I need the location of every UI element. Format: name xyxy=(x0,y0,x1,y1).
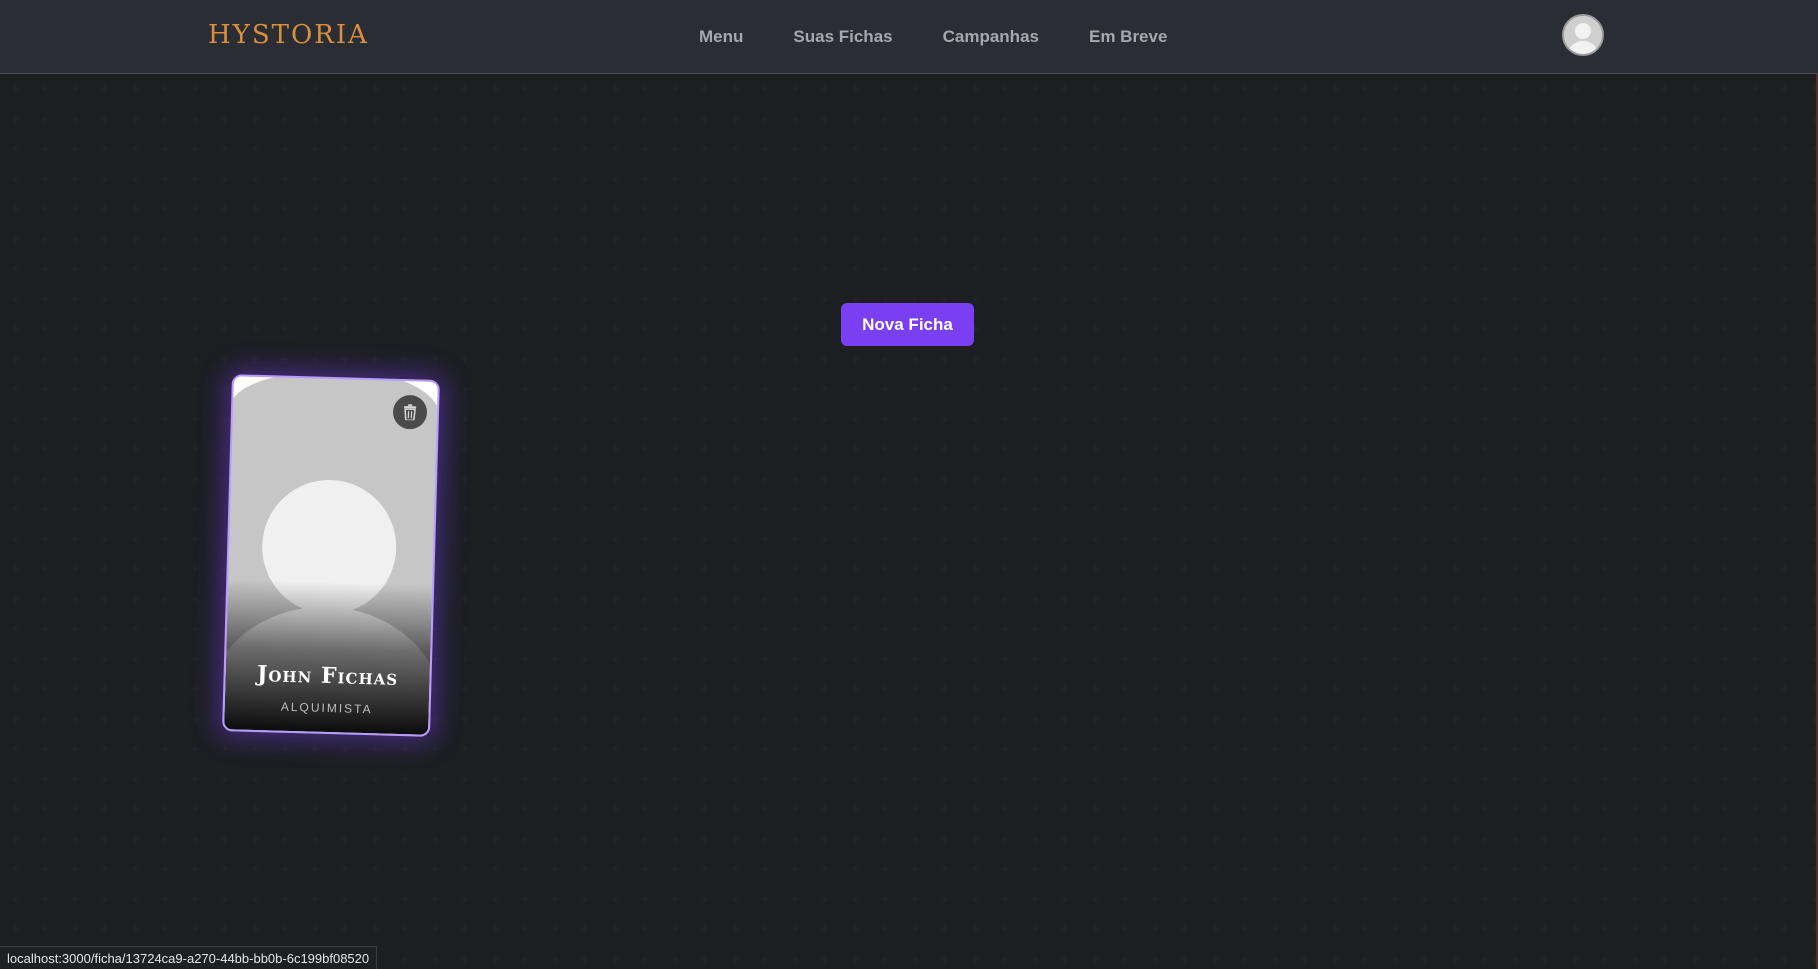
nav-em-breve[interactable]: Em Breve xyxy=(1089,27,1167,47)
link-status-bar: localhost:3000/ficha/13724ca9-a270-44bb-… xyxy=(0,946,378,969)
nova-ficha-button[interactable]: Nova Ficha xyxy=(841,303,974,346)
trash-icon xyxy=(404,404,417,421)
user-avatar-icon xyxy=(1564,16,1602,54)
top-navbar: HYSTORIA Menu Suas Fichas Campanhas Em B… xyxy=(0,0,1818,74)
nav-campanhas[interactable]: Campanhas xyxy=(943,27,1039,47)
user-avatar[interactable] xyxy=(1562,14,1604,56)
app-logo[interactable]: HYSTORIA xyxy=(208,20,369,50)
nav-links: Menu Suas Fichas Campanhas Em Breve xyxy=(699,27,1217,47)
nav-menu[interactable]: Menu xyxy=(699,27,743,47)
page: HYSTORIA Menu Suas Fichas Campanhas Em B… xyxy=(0,0,1818,969)
character-card[interactable]: John Fichas ALQUIMISTA xyxy=(222,374,440,737)
nav-suas-fichas[interactable]: Suas Fichas xyxy=(793,27,892,47)
character-card-wrapper: John Fichas ALQUIMISTA xyxy=(222,374,440,737)
